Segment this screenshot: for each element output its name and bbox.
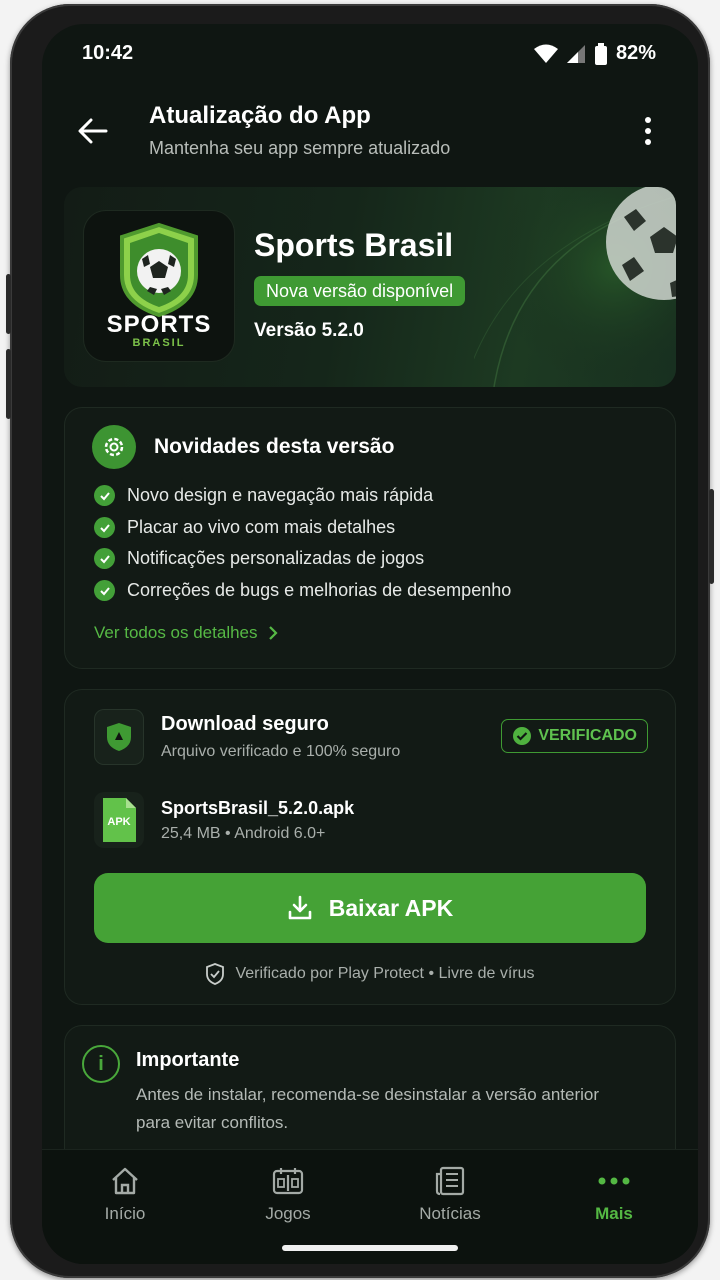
phone-side-button bbox=[6, 349, 11, 419]
check-icon bbox=[94, 548, 115, 569]
feature-text: Placar ao vivo com mais detalhes bbox=[127, 517, 396, 537]
battery-percent: 82% bbox=[615, 42, 656, 64]
check-icon bbox=[94, 485, 115, 506]
status-bar: 10:42 82% bbox=[42, 24, 698, 84]
page-subtitle: Mantenha seu app sempre atualizado bbox=[149, 138, 451, 158]
download-subtitle: Arquivo verificado e 100% seguro bbox=[161, 743, 401, 760]
phone-power-button bbox=[709, 489, 714, 584]
phone-frame: 10:42 82% Atualização do App Mantenha se… bbox=[6, 4, 714, 1278]
download-icon bbox=[288, 895, 312, 920]
nav-item-inicio[interactable]: Início bbox=[65, 1166, 185, 1224]
app-version: Versão 5.2.0 bbox=[254, 320, 364, 341]
more-vert-icon[interactable] bbox=[636, 114, 660, 148]
app-hero-banner: SPORTS BRASIL Sports Brasil Nova versão … bbox=[64, 187, 676, 387]
app-screen: 10:42 82% Atualização do App Mantenha se… bbox=[42, 24, 698, 1264]
nav-label: Jogos bbox=[265, 1204, 311, 1223]
feature-item: Notificações personalizadas de jogos bbox=[94, 548, 424, 569]
download-apk-button[interactable]: Baixar APK bbox=[94, 873, 646, 943]
phone-side-button bbox=[6, 274, 11, 334]
nav-item-noticias[interactable]: Notícias bbox=[390, 1166, 510, 1224]
app-name: Sports Brasil bbox=[254, 227, 454, 263]
feature-item: Novo design e navegação mais rápida bbox=[94, 485, 433, 506]
apk-file-icon-label: APK bbox=[107, 816, 131, 828]
feature-text: Novo design e navegação mais rápida bbox=[127, 485, 434, 505]
scoreboard-icon bbox=[272, 1168, 304, 1195]
back-arrow-icon[interactable] bbox=[76, 114, 110, 148]
signal-icon bbox=[566, 44, 585, 63]
more-dots-icon bbox=[598, 1177, 630, 1185]
download-title: Download seguro bbox=[161, 713, 329, 735]
file-meta: 25,4 MB • Android 6.0+ bbox=[161, 825, 326, 842]
play-protect-note: Verificado por Play Protect • Livre de v… bbox=[64, 963, 676, 985]
whats-new-card: Novidades desta versão Novo design e nav… bbox=[64, 407, 676, 669]
nav-label: Início bbox=[104, 1204, 146, 1223]
feature-text: Correções de bugs e melhorias de desempe… bbox=[127, 580, 512, 600]
shield-check-icon bbox=[206, 963, 225, 985]
news-icon bbox=[435, 1166, 465, 1196]
play-protect-text: Verificado por Play Protect • Livre de v… bbox=[235, 965, 535, 982]
home-indicator[interactable] bbox=[282, 1245, 458, 1251]
apk-file-icon: APK bbox=[94, 792, 144, 848]
check-icon bbox=[94, 580, 115, 601]
page-title: Atualização do App bbox=[149, 102, 371, 129]
nav-item-mais[interactable]: Mais bbox=[554, 1166, 674, 1224]
app-logo-subtext: BRASIL bbox=[132, 337, 186, 349]
status-time: 10:42 bbox=[82, 42, 134, 64]
verified-badge: VERIFICADO bbox=[501, 719, 648, 753]
see-details-link[interactable]: Ver todos os detalhes bbox=[94, 623, 278, 643]
soccer-ball-decoration bbox=[474, 187, 676, 387]
check-icon bbox=[94, 517, 115, 538]
app-logo-wordmark: SPORTS bbox=[106, 311, 212, 338]
wifi-icon bbox=[533, 44, 558, 63]
verified-label: VERIFICADO bbox=[538, 727, 637, 744]
new-version-badge: Nova versão disponível bbox=[254, 276, 466, 306]
bottom-navigation: Início Jogos Notícias Mais bbox=[42, 1149, 698, 1264]
check-circle-icon bbox=[513, 727, 532, 745]
battery-icon bbox=[594, 42, 607, 65]
whats-new-title: Novidades desta versão bbox=[154, 435, 395, 458]
home-icon bbox=[112, 1167, 138, 1195]
nav-label: Mais bbox=[595, 1204, 633, 1223]
app-logo: SPORTS BRASIL bbox=[84, 211, 234, 361]
important-text: Antes de instalar, recomenda-se desinsta… bbox=[136, 1085, 600, 1132]
feature-text: Notificações personalizadas de jogos bbox=[127, 548, 425, 568]
chevron-right-icon bbox=[268, 626, 278, 640]
file-name: SportsBrasil_5.2.0.apk bbox=[161, 798, 355, 818]
download-card: Download seguro Arquivo verificado e 100… bbox=[64, 689, 676, 1005]
info-icon: i bbox=[82, 1045, 120, 1083]
feature-item: Placar ao vivo com mais detalhes bbox=[94, 517, 395, 538]
app-header: Atualização do App Mantenha seu app semp… bbox=[42, 94, 698, 174]
feature-item: Correções de bugs e melhorias de desempe… bbox=[94, 580, 511, 601]
important-title: Importante bbox=[136, 1049, 240, 1071]
gear-icon bbox=[92, 425, 136, 469]
status-icons: 82% bbox=[533, 42, 656, 65]
see-details-label: Ver todos os detalhes bbox=[94, 623, 258, 642]
nav-label: Notícias bbox=[419, 1204, 481, 1223]
nav-item-jogos[interactable]: Jogos bbox=[228, 1166, 348, 1224]
download-button-label: Baixar APK bbox=[328, 894, 454, 921]
shield-icon bbox=[94, 709, 144, 765]
